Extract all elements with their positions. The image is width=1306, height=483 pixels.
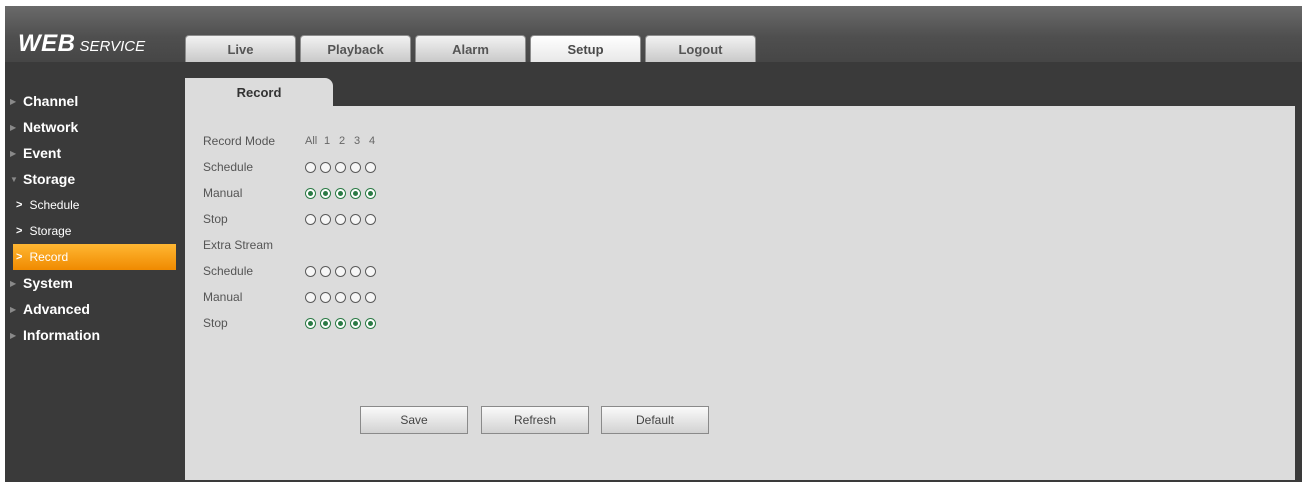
sidebar-item-channel[interactable]: ▶ Channel [5, 88, 181, 114]
extra-stop-radio-4[interactable] [365, 317, 376, 329]
schedule-radio-2[interactable] [335, 161, 346, 173]
sidebar-subitem-schedule[interactable]: > Schedule [5, 192, 181, 218]
extra-stream-row: Extra Stream [203, 234, 305, 256]
extra-manual-radio-4[interactable] [365, 291, 376, 303]
sidebar-item-label: Information [23, 327, 100, 343]
column-2-label: 2 [339, 135, 346, 147]
sidebar-item-label: Storage [23, 171, 76, 187]
extra-schedule-radio-1[interactable] [320, 265, 331, 277]
save-button[interactable]: Save [360, 406, 468, 434]
refresh-button[interactable]: Refresh [481, 406, 589, 434]
tab-playback[interactable]: Playback [300, 35, 411, 62]
extra-manual-row: Manual [203, 286, 380, 308]
extra-schedule-label: Schedule [203, 264, 254, 278]
sidebar-item-system[interactable]: ▶ System [5, 270, 181, 296]
tab-live[interactable]: Live [185, 35, 296, 62]
collapsed-triangle-icon: ▶ [10, 96, 17, 106]
default-button[interactable]: Default [601, 406, 709, 434]
extra-schedule-radio-4[interactable] [365, 265, 376, 277]
sidebar-subitem-label: Record [29, 250, 69, 264]
sidebar-subitem-label: Storage [29, 224, 72, 238]
app-frame: WEB SERVICE Live Playback Alarm Setup Log… [5, 6, 1302, 482]
extra-manual-radio-all[interactable] [305, 291, 316, 303]
collapsed-triangle-icon: ▶ [10, 122, 17, 132]
record-mode-label: Record Mode [203, 134, 276, 148]
main-tabs: Live Playback Alarm Setup Logout [185, 35, 756, 62]
stop-radio-2[interactable] [335, 213, 346, 225]
expanded-triangle-icon: ▼ [10, 174, 18, 184]
chevron-right-icon: > [16, 199, 23, 211]
manual-radio-all[interactable] [305, 187, 316, 199]
record-settings-panel: Record Mode All 1 2 3 4 Schedule Manual … [185, 106, 1295, 480]
schedule-radio-all[interactable] [305, 161, 316, 173]
collapsed-triangle-icon: ▶ [10, 278, 17, 288]
tab-alarm[interactable]: Alarm [415, 35, 526, 62]
column-all-label: All [305, 135, 318, 147]
manual-label: Manual [203, 186, 243, 200]
chevron-right-icon: > [16, 251, 23, 263]
record-mode-header-row: Record Mode All 1 2 3 4 [203, 130, 384, 152]
extra-stop-radio-1[interactable] [320, 317, 331, 329]
sidebar-item-advanced[interactable]: ▶ Advanced [5, 296, 181, 322]
sidebar-nav: ▶ Channel ▶ Network ▶ Event ▼ Storage > … [5, 88, 181, 348]
stop-label: Stop [203, 212, 228, 226]
extra-manual-radio-2[interactable] [335, 291, 346, 303]
stop-radio-4[interactable] [365, 213, 376, 225]
sidebar-item-label: Network [23, 119, 79, 135]
tab-setup[interactable]: Setup [530, 35, 641, 62]
main-manual-row: Manual [203, 182, 380, 204]
extra-schedule-radio-all[interactable] [305, 265, 316, 277]
sidebar-subitem-record[interactable]: > Record [13, 244, 176, 270]
stop-radio-all[interactable] [305, 213, 316, 225]
schedule-radio-1[interactable] [320, 161, 331, 173]
manual-radio-4[interactable] [365, 187, 376, 199]
column-4-label: 4 [369, 135, 376, 147]
manual-radio-3[interactable] [350, 187, 361, 199]
sidebar-item-label: Advanced [23, 301, 90, 317]
chevron-right-icon: > [16, 225, 23, 237]
sidebar-item-information[interactable]: ▶ Information [5, 322, 181, 348]
web-service-logo: WEB SERVICE [18, 32, 145, 56]
extra-stream-label: Extra Stream [203, 238, 274, 252]
sidebar-item-network[interactable]: ▶ Network [5, 114, 181, 140]
extra-schedule-row: Schedule [203, 260, 380, 282]
collapsed-triangle-icon: ▶ [10, 304, 17, 314]
extra-stop-label: Stop [203, 316, 228, 330]
extra-schedule-radio-2[interactable] [335, 265, 346, 277]
schedule-label: Schedule [203, 160, 254, 174]
collapsed-triangle-icon: ▶ [10, 148, 17, 158]
extra-stop-radio-3[interactable] [350, 317, 361, 329]
main-schedule-row: Schedule [203, 156, 380, 178]
sidebar-item-label: Channel [23, 93, 79, 109]
manual-radio-2[interactable] [335, 187, 346, 199]
extra-stop-row: Stop [203, 312, 380, 334]
schedule-radio-4[interactable] [365, 161, 376, 173]
extra-manual-label: Manual [203, 290, 243, 304]
extra-manual-radio-3[interactable] [350, 291, 361, 303]
sidebar-item-storage[interactable]: ▼ Storage [5, 166, 181, 192]
sidebar-item-event[interactable]: ▶ Event [5, 140, 181, 166]
collapsed-triangle-icon: ▶ [10, 330, 17, 340]
tab-record[interactable]: Record [185, 78, 333, 106]
sidebar-subitem-label: Schedule [29, 198, 80, 212]
extra-manual-radio-1[interactable] [320, 291, 331, 303]
column-3-label: 3 [354, 135, 361, 147]
sidebar-item-label: System [23, 275, 73, 291]
sidebar-subitem-storage[interactable]: > Storage [5, 218, 181, 244]
stop-radio-1[interactable] [320, 213, 331, 225]
header-bar: WEB SERVICE Live Playback Alarm Setup Log… [5, 6, 1302, 62]
extra-schedule-radio-3[interactable] [350, 265, 361, 277]
manual-radio-1[interactable] [320, 187, 331, 199]
column-1-label: 1 [324, 135, 331, 147]
stop-radio-3[interactable] [350, 213, 361, 225]
tab-logout[interactable]: Logout [645, 35, 756, 62]
extra-stop-radio-all[interactable] [305, 317, 316, 329]
main-stop-row: Stop [203, 208, 380, 230]
logo-web: WEB [18, 30, 76, 57]
logo-service: SERVICE [79, 38, 146, 55]
extra-stop-radio-2[interactable] [335, 317, 346, 329]
sidebar-item-label: Event [23, 145, 62, 161]
schedule-radio-3[interactable] [350, 161, 361, 173]
